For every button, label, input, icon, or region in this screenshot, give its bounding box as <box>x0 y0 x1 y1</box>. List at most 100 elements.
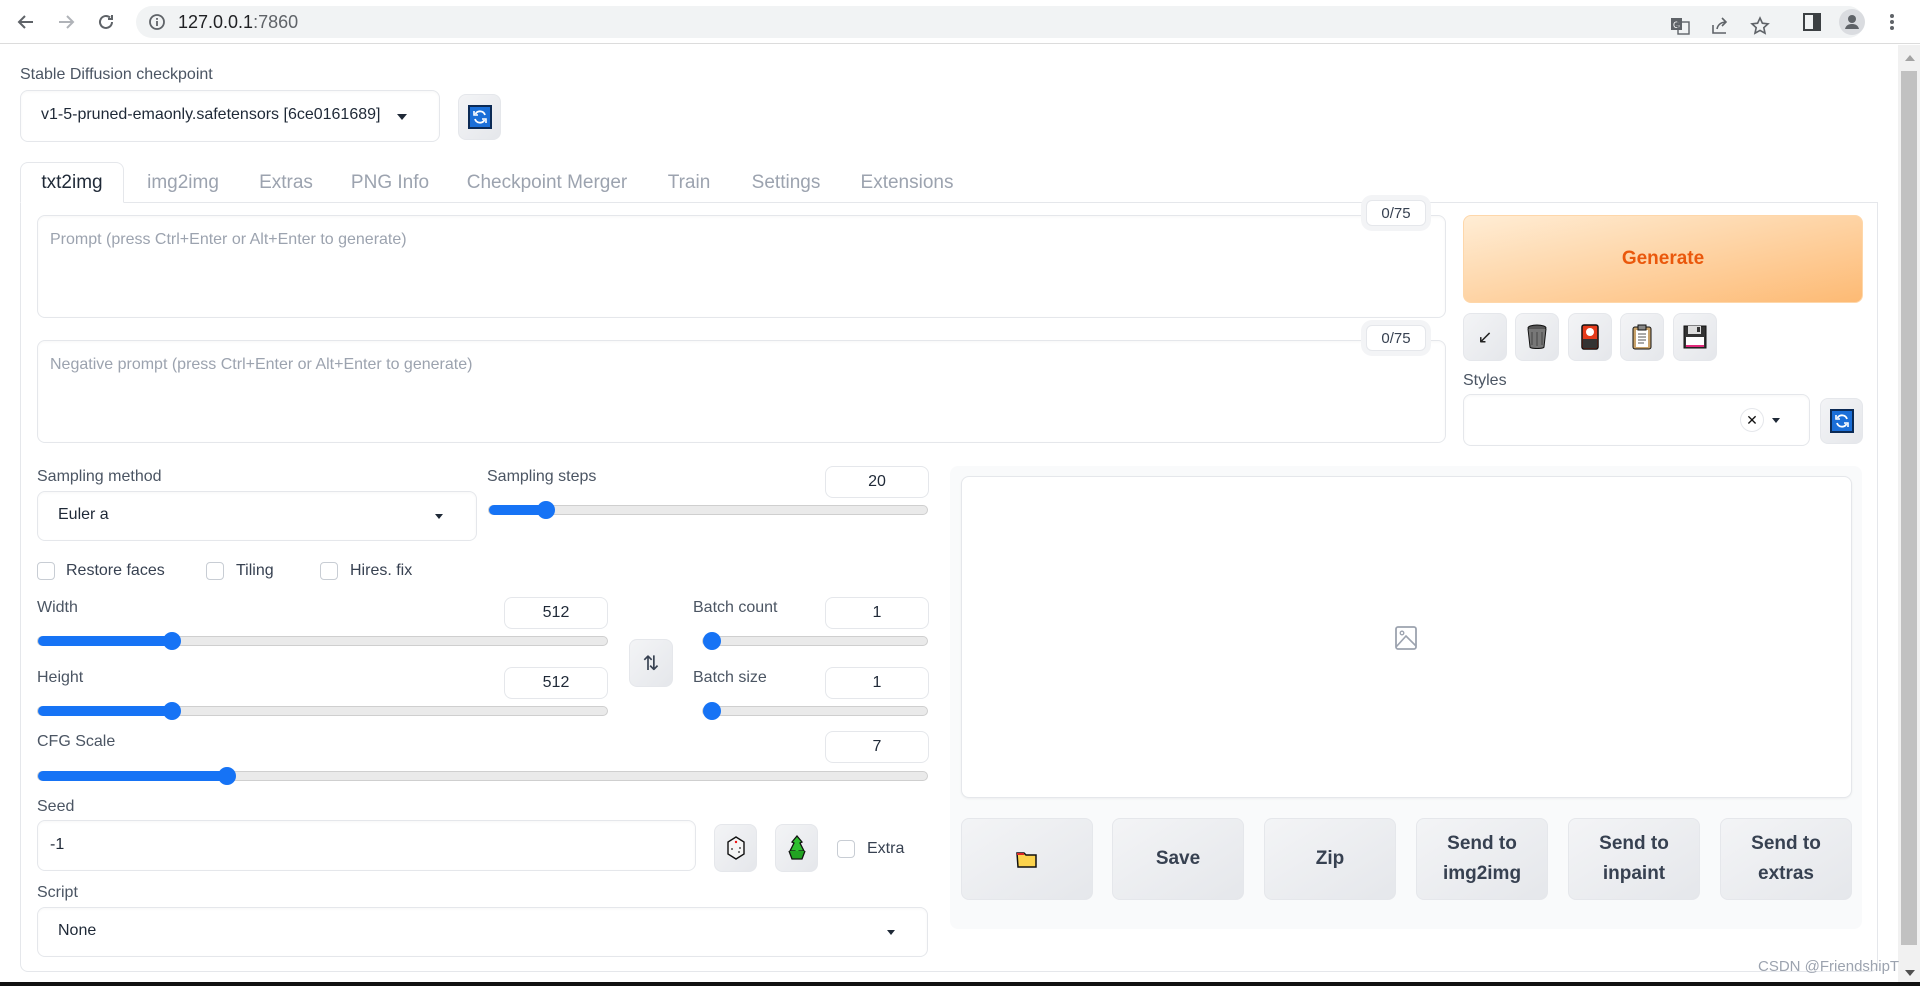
swap-dimensions-button[interactable]: ⇅ <box>629 639 673 687</box>
sampling-method-dropdown[interactable]: Euler a <box>37 491 477 541</box>
share-icon[interactable] <box>1706 12 1734 40</box>
height-slider[interactable] <box>37 702 608 720</box>
chevron-down-icon <box>397 114 407 120</box>
menu-icon[interactable] <box>1878 8 1906 36</box>
hires-fix-checkbox[interactable] <box>320 562 338 580</box>
tiling-checkbox[interactable] <box>206 562 224 580</box>
refresh-icon <box>467 105 492 129</box>
width-input[interactable]: 512 <box>504 597 608 629</box>
reload-icon[interactable] <box>92 8 120 36</box>
bookmark-star-icon[interactable] <box>1746 12 1774 40</box>
tab-extensions[interactable]: Extensions <box>848 162 966 203</box>
cfg-scale-slider[interactable] <box>37 767 928 785</box>
generate-button[interactable]: Generate <box>1463 215 1863 303</box>
address-bar[interactable]: 127.0.0.1:7860 G <box>136 6 1864 38</box>
refresh-icon <box>1829 409 1854 433</box>
checkpoint-label: Stable Diffusion checkpoint <box>20 66 213 83</box>
random-seed-button[interactable] <box>714 824 757 872</box>
refresh-checkpoint-button[interactable] <box>458 94 501 140</box>
sampling-steps-input[interactable]: 20 <box>825 466 929 498</box>
scroll-down-arrow-icon[interactable] <box>1905 970 1915 976</box>
tab-png-info[interactable]: PNG Info <box>340 162 440 203</box>
folder-icon <box>1016 852 1037 868</box>
batch-count-slider[interactable] <box>702 632 928 650</box>
side-panel-icon[interactable] <box>1798 8 1826 36</box>
prompt-placeholder: Prompt (press Ctrl+Enter or Alt+Enter to… <box>50 231 407 248</box>
styles-label: Styles <box>1463 372 1507 389</box>
open-folder-button[interactable] <box>961 818 1093 900</box>
batch-size-slider[interactable] <box>702 702 928 720</box>
slider-fill <box>38 706 172 716</box>
url-port: :7860 <box>253 12 299 32</box>
send-to-extras-button[interactable]: Send to extras <box>1720 818 1852 900</box>
trash-icon <box>1527 324 1547 349</box>
paste-clipboard-button[interactable] <box>1620 313 1664 361</box>
zip-button[interactable]: Zip <box>1264 818 1396 900</box>
restore-faces-checkbox[interactable] <box>37 562 55 580</box>
checkpoint-value: v1-5-pruned-emaonly.safetensors [6ce0161… <box>41 106 381 123</box>
negative-prompt-token-counter: 0/75 <box>1366 325 1426 351</box>
tab-extras[interactable]: Extras <box>250 162 322 203</box>
sampling-steps-label: Sampling steps <box>487 468 597 485</box>
chevron-down-icon <box>887 930 895 935</box>
height-input[interactable]: 512 <box>504 667 608 699</box>
cfg-scale-input[interactable]: 7 <box>825 731 929 763</box>
prompt-input[interactable]: Prompt (press Ctrl+Enter or Alt+Enter to… <box>37 215 1446 318</box>
batch-count-label: Batch count <box>693 599 778 616</box>
page-scrollbar[interactable] <box>1898 45 1920 986</box>
swap-icon: ⇅ <box>642 652 660 675</box>
seed-value: -1 <box>50 836 65 853</box>
width-label: Width <box>37 599 78 616</box>
send-to-inpaint-button[interactable]: Send to inpaint <box>1568 818 1700 900</box>
tab-settings[interactable]: Settings <box>742 162 830 203</box>
sampling-steps-slider[interactable] <box>488 501 928 519</box>
back-icon[interactable] <box>12 8 40 36</box>
tab-img2img[interactable]: img2img <box>134 162 232 203</box>
sampling-method-value: Euler a <box>58 506 109 523</box>
seed-input[interactable]: -1 <box>37 820 696 871</box>
tab-checkpoint-merger[interactable]: Checkpoint Merger <box>458 162 636 203</box>
script-dropdown[interactable]: None <box>37 907 928 957</box>
script-label: Script <box>37 884 78 901</box>
slider-thumb[interactable] <box>703 632 721 650</box>
read-params-button[interactable]: ↙ <box>1463 313 1507 361</box>
styles-dropdown[interactable]: ✕ <box>1463 394 1810 446</box>
save-style-button[interactable] <box>1673 313 1717 361</box>
translate-icon[interactable]: G <box>1666 12 1694 40</box>
scroll-up-arrow-icon[interactable] <box>1905 55 1915 61</box>
profile-icon[interactable] <box>1838 8 1866 36</box>
tab-txt2img[interactable]: txt2img <box>20 162 124 203</box>
chevron-down-icon <box>435 514 443 519</box>
clear-prompt-button[interactable] <box>1515 313 1559 361</box>
scrollbar-thumb[interactable] <box>1901 71 1917 945</box>
url-host: 127.0.0.1 <box>178 12 254 32</box>
batch-count-input[interactable]: 1 <box>825 597 929 629</box>
batch-size-label: Batch size <box>693 669 767 686</box>
tab-train[interactable]: Train <box>654 162 724 203</box>
slider-thumb[interactable] <box>536 501 555 519</box>
script-value: None <box>58 922 97 939</box>
extra-networks-button[interactable] <box>1568 313 1612 361</box>
send-to-img2img-button[interactable]: Send to img2img <box>1416 818 1548 900</box>
restore-faces-label: Restore faces <box>66 562 165 579</box>
slider-thumb[interactable] <box>703 702 721 720</box>
forward-icon[interactable] <box>52 8 80 36</box>
slider-thumb[interactable] <box>162 702 181 720</box>
clipboard-icon <box>1632 324 1652 350</box>
slider-thumb[interactable] <box>162 632 181 650</box>
clear-styles-icon[interactable]: ✕ <box>1740 408 1764 432</box>
save-button[interactable]: Save <box>1112 818 1244 900</box>
width-slider[interactable] <box>37 632 608 650</box>
output-image-area[interactable] <box>961 476 1852 798</box>
negative-prompt-input[interactable]: Negative prompt (press Ctrl+Enter or Alt… <box>37 340 1446 443</box>
info-icon[interactable] <box>148 13 166 36</box>
extra-networks-icon <box>1581 324 1599 350</box>
read-generation-params-icon: ↙ <box>1477 326 1493 347</box>
extra-seed-checkbox[interactable] <box>837 840 855 858</box>
recycle-icon <box>787 835 806 860</box>
chevron-down-icon[interactable] <box>1772 418 1780 423</box>
reuse-seed-button[interactable] <box>775 824 818 872</box>
checkpoint-dropdown[interactable]: v1-5-pruned-emaonly.safetensors [6ce0161… <box>20 90 440 142</box>
refresh-styles-button[interactable] <box>1820 398 1863 444</box>
batch-size-input[interactable]: 1 <box>825 667 929 699</box>
